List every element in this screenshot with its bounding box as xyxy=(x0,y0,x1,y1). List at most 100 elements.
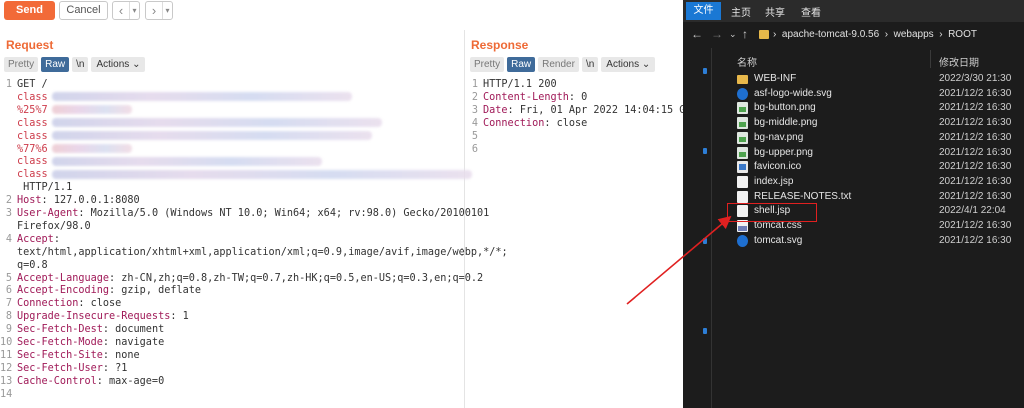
code-line: class xyxy=(17,92,352,105)
line-number: 5 xyxy=(5,272,12,284)
pin-icon xyxy=(703,238,707,244)
code-line: Accept: xyxy=(17,234,60,247)
line-number: 14 xyxy=(0,388,13,400)
code-line: Cache-Control: max-age=0 xyxy=(17,376,164,389)
code-line: HTTP/1.1 200 xyxy=(483,79,557,92)
file-modified-date: 2021/12/2 16:30 xyxy=(939,87,1012,99)
column-separator[interactable] xyxy=(930,50,931,68)
pane-divider xyxy=(711,48,712,408)
png-file-icon xyxy=(737,102,748,115)
header-name: Accept xyxy=(17,233,54,245)
file-row[interactable]: tomcat.svg 2021/12/2 16:30 xyxy=(729,234,1024,248)
file-row[interactable]: asf-logo-wide.svg 2021/12/2 16:30 xyxy=(729,87,1024,101)
header-name: Sec-Fetch-Dest xyxy=(17,324,103,336)
file-name: tomcat.svg xyxy=(754,234,803,246)
file-row[interactable]: bg-upper.png 2021/12/2 16:30 xyxy=(729,146,1024,160)
actions-label: Actions xyxy=(96,59,130,70)
code-text: HTTP/1.1 200 xyxy=(483,79,557,90)
request-editor[interactable]: 1 GET / class %25%7 class class %77%6 class clas… xyxy=(0,79,508,408)
file-row[interactable]: WEB-INF 2022/3/30 21:30 xyxy=(729,72,1024,86)
line-number: 1 xyxy=(5,79,12,90)
file-row[interactable]: RELEASE-NOTES.txt 2021/12/2 16:30 xyxy=(729,190,1024,204)
actions-dropdown[interactable]: Actions ⌄ xyxy=(91,57,146,72)
code-line: Host: 127.0.0.1:8080 xyxy=(17,195,140,208)
file-row[interactable]: index.jsp 2021/12/2 16:30 xyxy=(729,175,1024,189)
ribbon-tab-view[interactable]: 查看 xyxy=(801,4,821,19)
line-number: 1 xyxy=(471,79,478,90)
tab-newline[interactable]: \n xyxy=(581,57,599,72)
history-forward-group: › ▾ xyxy=(145,1,173,20)
chevron-down-icon[interactable]: ▾ xyxy=(162,2,172,19)
actions-dropdown[interactable]: Actions ⌄ xyxy=(601,57,656,72)
send-button[interactable]: Send xyxy=(4,1,55,20)
column-header-date[interactable]: 修改日期 xyxy=(939,54,979,69)
code-text: : 0 xyxy=(568,91,588,103)
code-line: Firefox/98.0 xyxy=(17,221,91,234)
ribbon-tab-share[interactable]: 共享 xyxy=(765,4,785,19)
ribbon-tab-home[interactable]: 主页 xyxy=(731,4,751,19)
tab-raw[interactable]: Raw xyxy=(507,57,536,72)
header-name: Connection xyxy=(483,117,545,129)
redacted-text xyxy=(51,169,472,179)
code-line: HTTP/1.1 xyxy=(17,182,72,195)
history-back-group: ‹ ▾ xyxy=(112,1,140,20)
pin-icon xyxy=(703,68,707,74)
arrow-right-icon[interactable]: → xyxy=(711,27,723,41)
code-line: Connection: close xyxy=(483,118,587,131)
file-row[interactable]: bg-button.png 2021/12/2 16:30 xyxy=(729,101,1024,115)
chevron-down-icon[interactable]: ▾ xyxy=(129,2,139,19)
request-title: Request xyxy=(6,38,54,52)
code-line: class xyxy=(17,118,382,131)
line-number: 2 xyxy=(471,91,478,103)
code-line: text/html,application/xhtml+xml,applicat… xyxy=(17,247,508,260)
ribbon-tabs: 文件 主页 共享 查看 xyxy=(683,0,1024,22)
pin-icon xyxy=(703,148,707,154)
ribbon-tab-file[interactable]: 文件 xyxy=(686,2,721,20)
code-line: q=0.8 xyxy=(17,260,48,273)
file-row[interactable]: bg-middle.png 2021/12/2 16:30 xyxy=(729,116,1024,130)
tab-newline[interactable]: \n xyxy=(72,57,89,72)
repeater-toolbar: Send Cancel ‹ ▾ › ▾ xyxy=(0,0,683,22)
cancel-button[interactable]: Cancel xyxy=(59,1,108,20)
file-row[interactable]: favicon.ico 2021/12/2 16:30 xyxy=(729,160,1024,174)
redacted-text xyxy=(51,92,352,102)
breadcrumb[interactable]: › apache-tomcat-9.0.56 › webapps › ROOT xyxy=(773,29,977,40)
line-number: 2 xyxy=(5,195,12,207)
ico-file-icon xyxy=(737,161,748,174)
tab-render[interactable]: Render xyxy=(538,57,579,72)
code-text: : 127.0.0.1:8080 xyxy=(41,195,140,207)
tab-pretty[interactable]: Pretty xyxy=(4,57,39,72)
chevron-right-icon[interactable]: › xyxy=(146,2,162,19)
code-line: Sec-Fetch-Site: none xyxy=(17,350,140,363)
file-modified-date: 2021/12/2 16:30 xyxy=(939,190,1012,202)
png-file-icon xyxy=(737,117,748,130)
file-modified-date: 2022/4/1 22:04 xyxy=(939,205,1006,217)
annotation-highlight-box xyxy=(727,203,817,222)
code-text: Firefox/98.0 xyxy=(17,220,91,232)
pin-icon xyxy=(703,328,707,334)
code-text: : Mozilla/5.0 (Windows NT 10.0; Win64; x… xyxy=(78,208,490,219)
code-text: class xyxy=(17,169,48,181)
file-row[interactable]: bg-nav.png 2021/12/2 16:30 xyxy=(729,131,1024,145)
line-number: 6 xyxy=(471,143,478,155)
response-editor[interactable]: 1 HTTP/1.1 200 2 Content-Length: 0 3 Date: Fr… xyxy=(466,79,698,279)
chevron-down-icon[interactable]: ⌄ xyxy=(729,29,737,40)
file-modified-date: 2021/12/2 16:30 xyxy=(939,220,1012,231)
code-text: : xyxy=(53,233,60,245)
code-text: : close xyxy=(544,117,588,129)
code-line: %77%6 xyxy=(17,144,132,157)
arrow-left-icon[interactable]: ← xyxy=(691,27,703,41)
arrow-up-icon[interactable]: ↑ xyxy=(742,27,748,41)
redacted-text xyxy=(51,105,132,115)
code-line: Sec-Fetch-Mode: navigate xyxy=(17,337,164,350)
tab-raw[interactable]: Raw xyxy=(41,57,70,72)
code-line: GET / xyxy=(17,79,48,92)
navigation-pane[interactable] xyxy=(683,48,709,408)
code-text: : zh-CN,zh;q=0.8,zh-TW;q=0.7,zh-HK;q=0.5… xyxy=(109,272,484,284)
file-modified-date: 2021/12/2 16:30 xyxy=(939,146,1012,158)
column-header-name[interactable]: 名称 xyxy=(737,54,757,69)
tab-pretty[interactable]: Pretty xyxy=(470,57,505,72)
code-text: : ?1 xyxy=(102,362,128,374)
chevron-left-icon[interactable]: ‹ xyxy=(113,2,129,19)
folder-icon xyxy=(759,30,769,39)
